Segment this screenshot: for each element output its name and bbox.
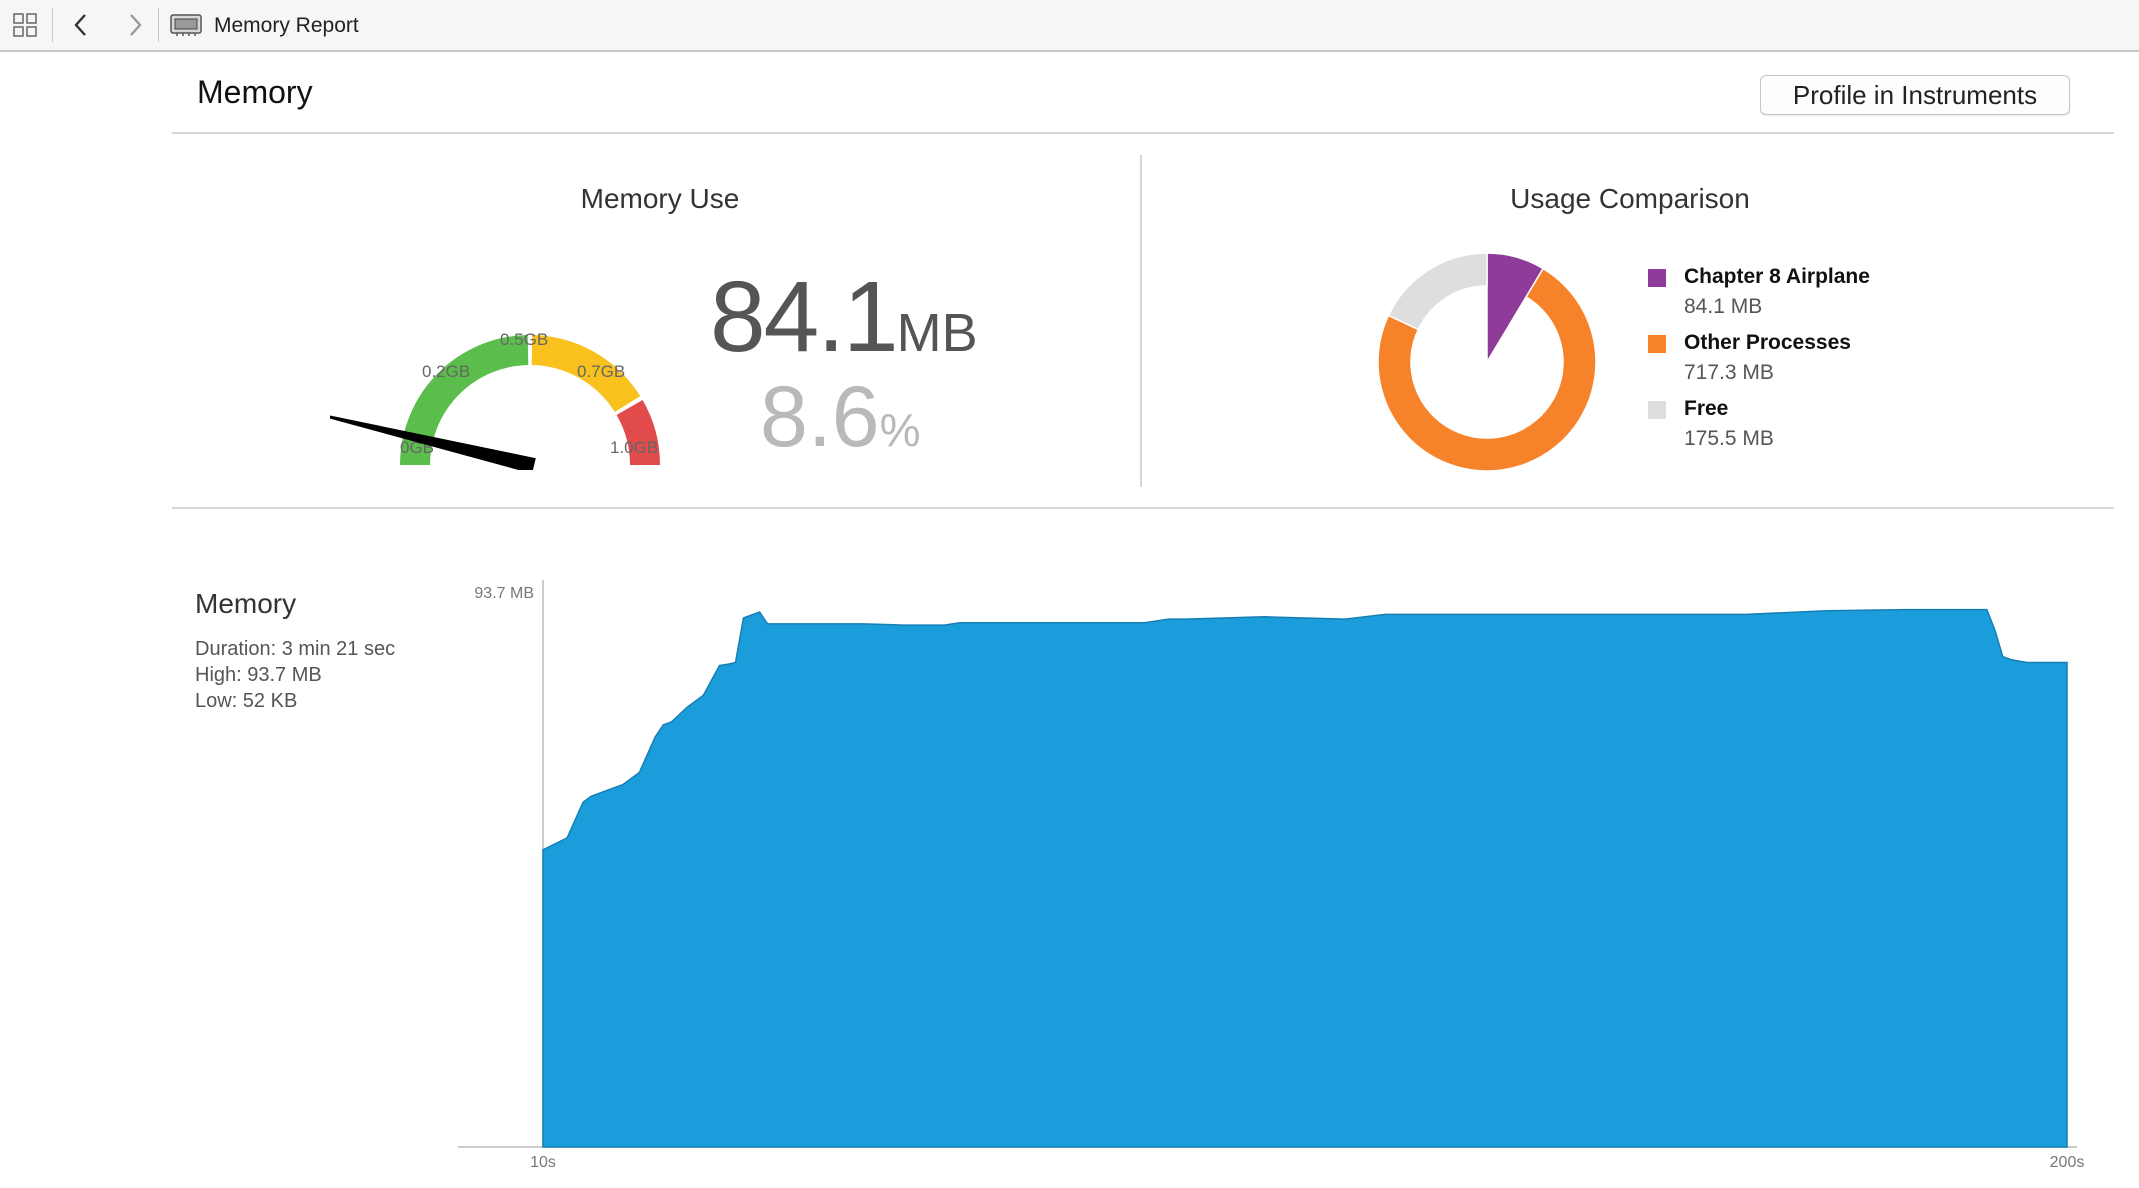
gauge-label-1-0gb: 1.0GB [610,438,658,457]
breadcrumb[interactable]: Memory Report [170,10,359,42]
donut-slice-chapter-8-airplane [1486,252,1545,365]
toolbar: Memory Report [0,0,2139,52]
legend-value: 84.1 MB [1684,295,1763,318]
section-divider [1140,155,1142,487]
memory-value-number: 84.1 [710,261,899,373]
legend-name: Free [1684,397,1729,420]
y-max-tick-label: 93.7 MB [474,585,534,602]
toolbar-divider [52,8,53,42]
memory-use-value: 84.1MB [710,260,978,375]
memory-area-chart: 93.7 MB 10s 200s [458,580,2085,1171]
memory-use-percent: 8.6% [760,368,920,467]
gauge-label-0-7gb: 0.7GB [577,362,625,381]
memory-chip-icon [170,12,202,41]
legend-swatch [1648,269,1666,287]
usage-comparison-title: Usage Comparison [1510,183,1750,214]
gauge-label-0-5gb: 0.5GB [500,330,548,349]
legend-name: Chapter 8 Airplane [1684,265,1870,288]
section-bottom-divider [172,507,2114,509]
memory-gauge: 0GB 0.2GB 0.5GB 0.7GB 1.0GB [330,330,660,470]
chevron-right-icon[interactable] [118,8,152,42]
legend-name: Other Processes [1684,331,1851,354]
profile-in-instruments-button[interactable]: Profile in Instruments [1760,75,2070,115]
memory-duration: Duration: 3 min 21 sec [195,638,396,660]
memory-chart-title: Memory [195,588,297,619]
memory-low: Low: 52 KB [195,690,298,712]
legend-swatch [1648,335,1666,353]
memory-area-series [542,608,2068,1148]
legend-swatch [1648,401,1666,419]
page-title: Memory [197,74,313,110]
x-tick-label-end: 200s [2050,1154,2085,1171]
x-tick-label-start: 10s [530,1154,556,1171]
memory-percent-number: 8.6 [760,369,880,465]
donut-slice-free [1387,252,1488,331]
legend-value: 717.3 MB [1684,361,1774,384]
chevron-left-icon[interactable] [64,8,98,42]
memory-percent-unit: % [879,404,921,456]
breadcrumb-label: Memory Report [214,14,359,37]
header-divider [172,132,2114,134]
memory-high: High: 93.7 MB [195,664,322,686]
grid-icon[interactable] [8,8,42,42]
usage-donut-chart [1377,252,1597,472]
toolbar-divider [158,8,159,42]
gauge-label-0-2gb: 0.2GB [422,362,470,381]
legend-value: 175.5 MB [1684,427,1774,450]
memory-use-title: Memory Use [580,183,740,214]
memory-value-unit: MB [896,303,978,363]
